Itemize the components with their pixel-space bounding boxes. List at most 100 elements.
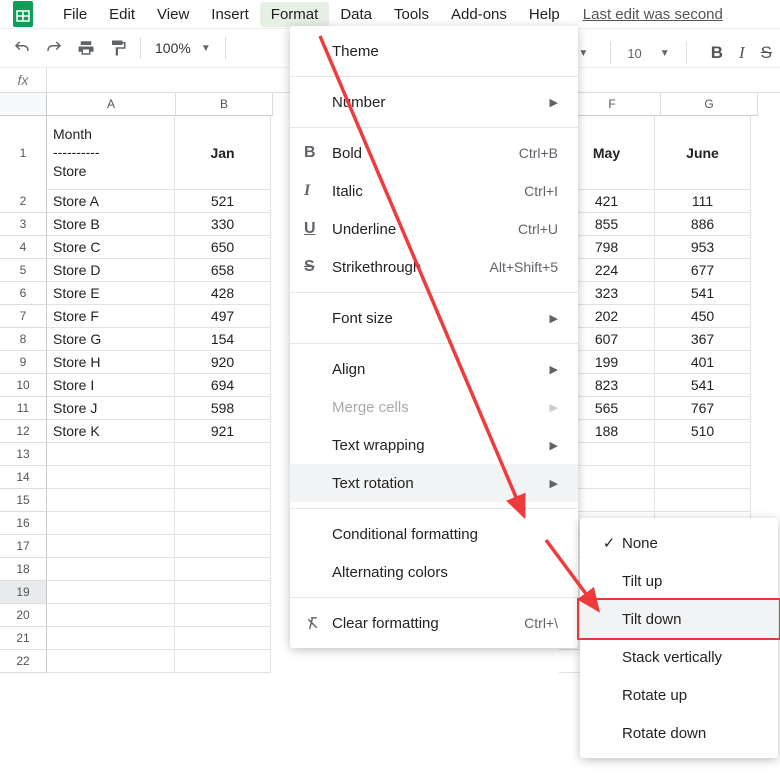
cell[interactable]: Store K xyxy=(47,420,175,443)
row-header[interactable]: 3 xyxy=(0,213,47,236)
menu-file[interactable]: File xyxy=(52,2,98,27)
rotation-tilt-up[interactable]: Tilt up xyxy=(580,562,778,600)
row-header[interactable]: 2 xyxy=(0,190,47,213)
row-header[interactable]: 22 xyxy=(0,650,47,673)
cell[interactable]: 510 xyxy=(655,420,751,443)
cell[interactable] xyxy=(175,512,271,535)
paint-format-button[interactable] xyxy=(102,33,134,63)
col-header-f[interactable]: F xyxy=(564,93,661,116)
row-header[interactable]: 1 xyxy=(0,116,47,191)
menu-item-clear-formatting[interactable]: Clear formattingCtrl+\ xyxy=(290,604,578,642)
row-header[interactable]: 5 xyxy=(0,259,47,282)
cell[interactable]: 330 xyxy=(175,213,271,236)
rotation-rotate-down[interactable]: Rotate down xyxy=(580,714,778,752)
strikethrough-button[interactable]: S xyxy=(761,43,772,63)
row-header[interactable]: 8 xyxy=(0,328,47,351)
menu-item-underline[interactable]: UUnderlineCtrl+U xyxy=(290,210,578,248)
rotation-none[interactable]: ✓None xyxy=(580,524,778,562)
cell[interactable]: Store F xyxy=(47,305,175,328)
cell[interactable]: Month ---------- Store xyxy=(47,116,175,190)
row-header[interactable]: 18 xyxy=(0,558,47,581)
cell[interactable] xyxy=(175,558,271,581)
cell[interactable] xyxy=(47,535,175,558)
row-header[interactable]: 14 xyxy=(0,466,47,489)
cell[interactable]: 598 xyxy=(175,397,271,420)
cell[interactable]: 401 xyxy=(655,351,751,374)
last-edit-link[interactable]: Last edit was second xyxy=(583,6,723,23)
menu-edit[interactable]: Edit xyxy=(98,2,146,27)
row-header[interactable]: 9 xyxy=(0,351,47,374)
cell[interactable] xyxy=(175,489,271,512)
cell[interactable] xyxy=(175,443,271,466)
cell[interactable] xyxy=(175,650,271,673)
cell[interactable]: 921 xyxy=(175,420,271,443)
cell[interactable]: 541 xyxy=(655,374,751,397)
cell[interactable]: Store C xyxy=(47,236,175,259)
menu-item-theme[interactable]: Theme xyxy=(290,32,578,70)
cell[interactable]: 694 xyxy=(175,374,271,397)
menu-item-bold[interactable]: BBoldCtrl+B xyxy=(290,134,578,172)
cell[interactable]: 650 xyxy=(175,236,271,259)
menu-item-italic[interactable]: IItalicCtrl+I xyxy=(290,172,578,210)
rotation-stack-vertically[interactable]: Stack vertically xyxy=(580,638,778,676)
menu-format[interactable]: Format xyxy=(260,2,330,27)
menu-add-ons[interactable]: Add-ons xyxy=(440,2,518,27)
rotation-tilt-down[interactable]: Tilt down xyxy=(580,600,778,638)
row-header[interactable]: 7 xyxy=(0,305,47,328)
cell[interactable] xyxy=(47,489,175,512)
menu-help[interactable]: Help xyxy=(518,2,571,27)
menu-item-strikethrough[interactable]: SStrikethroughAlt+Shift+5 xyxy=(290,248,578,286)
cell[interactable]: Store D xyxy=(47,259,175,282)
cell[interactable]: 767 xyxy=(655,397,751,420)
cell[interactable]: Store A xyxy=(47,190,175,213)
cell[interactable] xyxy=(655,489,751,512)
menu-tools[interactable]: Tools xyxy=(383,2,440,27)
row-header[interactable]: 6 xyxy=(0,282,47,305)
cell[interactable]: 677 xyxy=(655,259,751,282)
cell[interactable] xyxy=(47,443,175,466)
cell[interactable]: 521 xyxy=(175,190,271,213)
cell[interactable] xyxy=(175,535,271,558)
row-header[interactable]: 21 xyxy=(0,627,47,650)
bold-button[interactable]: B xyxy=(711,43,723,63)
cell[interactable]: 953 xyxy=(655,236,751,259)
font-size-select[interactable]: 10 ▼ xyxy=(617,46,679,61)
menu-item-conditional-formatting[interactable]: Conditional formatting xyxy=(290,515,578,553)
cell[interactable] xyxy=(47,466,175,489)
cell[interactable] xyxy=(175,581,271,604)
cell[interactable]: Store I xyxy=(47,374,175,397)
cell[interactable] xyxy=(47,604,175,627)
italic-button[interactable]: I xyxy=(739,43,745,63)
zoom-select[interactable]: 100% ▼ xyxy=(147,40,219,56)
menu-item-number[interactable]: Number▶ xyxy=(290,83,578,121)
menu-item-text-wrapping[interactable]: Text wrapping▶ xyxy=(290,426,578,464)
row-header[interactable]: 12 xyxy=(0,420,47,443)
cell[interactable]: 154 xyxy=(175,328,271,351)
menu-data[interactable]: Data xyxy=(329,2,383,27)
cell[interactable] xyxy=(47,512,175,535)
cell[interactable]: 920 xyxy=(175,351,271,374)
cell[interactable] xyxy=(655,466,751,489)
menu-insert[interactable]: Insert xyxy=(200,2,260,27)
row-header[interactable]: 16 xyxy=(0,512,47,535)
menu-item-text-rotation[interactable]: Text rotation▶ xyxy=(290,464,578,502)
menu-item-align[interactable]: Align▶ xyxy=(290,350,578,388)
cell[interactable]: 541 xyxy=(655,282,751,305)
cell[interactable]: 886 xyxy=(655,213,751,236)
cell[interactable]: 450 xyxy=(655,305,751,328)
cell[interactable] xyxy=(175,466,271,489)
cell[interactable] xyxy=(175,604,271,627)
cell[interactable] xyxy=(175,627,271,650)
cell[interactable] xyxy=(655,443,751,466)
row-header[interactable]: 20 xyxy=(0,604,47,627)
cell[interactable]: 658 xyxy=(175,259,271,282)
row-header[interactable]: 11 xyxy=(0,397,47,420)
print-button[interactable] xyxy=(70,33,102,63)
col-header-g[interactable]: G xyxy=(661,93,758,116)
row-header[interactable]: 4 xyxy=(0,236,47,259)
col-header-a[interactable]: A xyxy=(47,93,176,116)
cell[interactable] xyxy=(47,581,175,604)
rotation-rotate-up[interactable]: Rotate up xyxy=(580,676,778,714)
cell[interactable]: 111 xyxy=(655,190,751,213)
cell[interactable]: Store B xyxy=(47,213,175,236)
